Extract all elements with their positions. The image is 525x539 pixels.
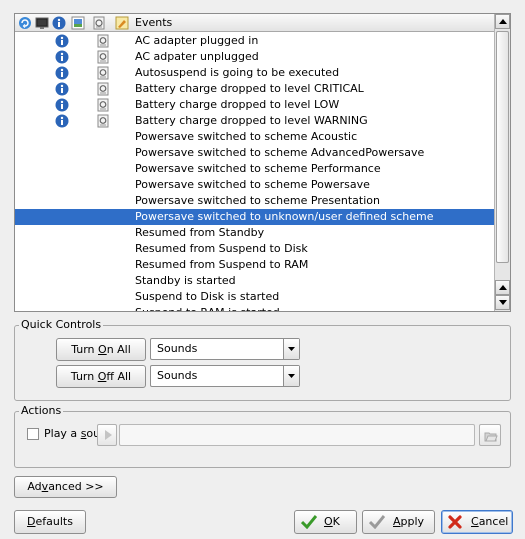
event-row[interactable]: Suspend to Disk is started [15, 289, 495, 305]
events-list[interactable]: Events AC adapter plugged in AC adpater u… [14, 13, 511, 312]
cancel-x-icon [448, 515, 462, 529]
event-label: Suspend to RAM is started [135, 305, 280, 311]
event-row[interactable]: Resumed from Standby [15, 225, 495, 241]
info-icon[interactable] [55, 114, 69, 128]
event-label: Standby is started [135, 274, 236, 287]
info-icon[interactable] [55, 82, 69, 96]
log-icon[interactable] [92, 16, 106, 30]
event-row[interactable]: Powersave switched to scheme Presentatio… [15, 193, 495, 209]
event-row[interactable]: Battery charge dropped to level WARNING [15, 113, 495, 129]
actions-title: Actions [19, 404, 64, 418]
turn-on-all-select[interactable]: Sounds [150, 338, 300, 360]
display-icon[interactable] [35, 16, 49, 30]
event-label: AC adpater unplugged [135, 50, 259, 63]
ok-button[interactable]: OK [294, 510, 357, 534]
quick-controls-title: Quick Controls [19, 318, 104, 332]
event-row[interactable]: Suspend to RAM is started [15, 305, 495, 311]
event-label: Powersave switched to scheme Performance [135, 162, 381, 175]
turn-off-all-select[interactable]: Sounds [150, 365, 300, 387]
info-icon[interactable] [55, 66, 69, 80]
event-label: Suspend to Disk is started [135, 290, 280, 303]
chevron-down-icon[interactable] [283, 339, 299, 359]
event-row[interactable]: Powersave switched to scheme Performance [15, 161, 495, 177]
scroll-down-button[interactable] [495, 295, 510, 310]
info-icon[interactable] [55, 34, 69, 48]
event-label: Resumed from Suspend to RAM [135, 258, 309, 271]
sound-file-input[interactable] [119, 424, 475, 446]
event-label: AC adapter plugged in [135, 34, 259, 47]
log-icon[interactable] [97, 82, 109, 96]
checkmark-icon [301, 515, 317, 529]
event-label: Powersave switched to scheme AdvancedPow… [135, 146, 425, 159]
events-list-header[interactable]: Events [15, 14, 495, 32]
log-icon[interactable] [97, 98, 109, 112]
event-row[interactable]: Battery charge dropped to level CRITICAL [15, 81, 495, 97]
apply-button[interactable]: Apply [362, 510, 435, 534]
log-icon[interactable] [97, 66, 109, 80]
event-row[interactable]: Resumed from Suspend to Disk [15, 241, 495, 257]
actions-group: Actions Play a sound: [14, 404, 511, 468]
play-button[interactable] [97, 424, 117, 446]
event-label: Resumed from Standby [135, 226, 265, 239]
apply-check-icon [369, 515, 385, 529]
event-label: Powersave switched to unknown/user defin… [135, 210, 434, 223]
turn-on-all-select-value: Sounds [157, 342, 198, 355]
turn-on-all-button[interactable]: Turn On All [56, 338, 146, 361]
event-label: Resumed from Suspend to Disk [135, 242, 308, 255]
log-icon[interactable] [97, 50, 109, 64]
image-icon[interactable] [71, 16, 85, 30]
folder-open-icon [484, 432, 498, 442]
cancel-button[interactable]: Cancel [441, 510, 513, 534]
play-icon [105, 430, 112, 440]
event-row[interactable]: Powersave switched to unknown/user defin… [15, 209, 495, 225]
event-label: Autosuspend is going to be executed [135, 66, 340, 79]
event-row[interactable]: Autosuspend is going to be executed [15, 65, 495, 81]
quick-controls-group: Quick Controls Turn On All Sounds Turn O… [14, 318, 511, 401]
log-icon[interactable] [97, 34, 109, 48]
events-column-header[interactable]: Events [135, 16, 172, 30]
browse-file-button[interactable] [479, 424, 501, 446]
event-label: Battery charge dropped to level LOW [135, 98, 340, 111]
info-icon[interactable] [55, 98, 69, 112]
event-row[interactable]: Battery charge dropped to level LOW [15, 97, 495, 113]
refresh-icon[interactable] [18, 16, 32, 30]
defaults-button[interactable]: Defaults [14, 510, 86, 534]
turn-off-all-select-value: Sounds [157, 369, 198, 382]
events-rows: AC adapter plugged in AC adpater unplugge… [15, 33, 495, 311]
event-label: Battery charge dropped to level WARNING [135, 114, 368, 127]
advanced-button[interactable]: Advanced >> [14, 476, 117, 498]
event-row[interactable]: Standby is started [15, 273, 495, 289]
scroll-up-button[interactable] [495, 14, 510, 29]
event-label: Powersave switched to scheme Powersave [135, 178, 370, 191]
scroll-thumb[interactable] [496, 31, 509, 263]
event-row[interactable]: Powersave switched to scheme Acoustic [15, 129, 495, 145]
scroll-up-button-lower[interactable] [495, 280, 510, 295]
event-row[interactable]: Powersave switched to scheme AdvancedPow… [15, 145, 495, 161]
event-label: Powersave switched to scheme Acoustic [135, 130, 358, 143]
play-sound-checkbox[interactable] [27, 428, 39, 440]
turn-off-all-button[interactable]: Turn Off All [56, 365, 146, 388]
event-label: Battery charge dropped to level CRITICAL [135, 82, 364, 95]
event-row[interactable]: AC adapter plugged in [15, 33, 495, 49]
chevron-down-icon[interactable] [283, 366, 299, 386]
log-icon[interactable] [97, 114, 109, 128]
event-label: Powersave switched to scheme Presentatio… [135, 194, 380, 207]
event-row[interactable]: AC adpater unplugged [15, 49, 495, 65]
edit-icon[interactable] [115, 16, 129, 30]
events-scrollbar[interactable] [494, 14, 510, 311]
info-icon[interactable] [52, 16, 66, 30]
info-icon[interactable] [55, 50, 69, 64]
event-row[interactable]: Resumed from Suspend to RAM [15, 257, 495, 273]
event-row[interactable]: Powersave switched to scheme Powersave [15, 177, 495, 193]
